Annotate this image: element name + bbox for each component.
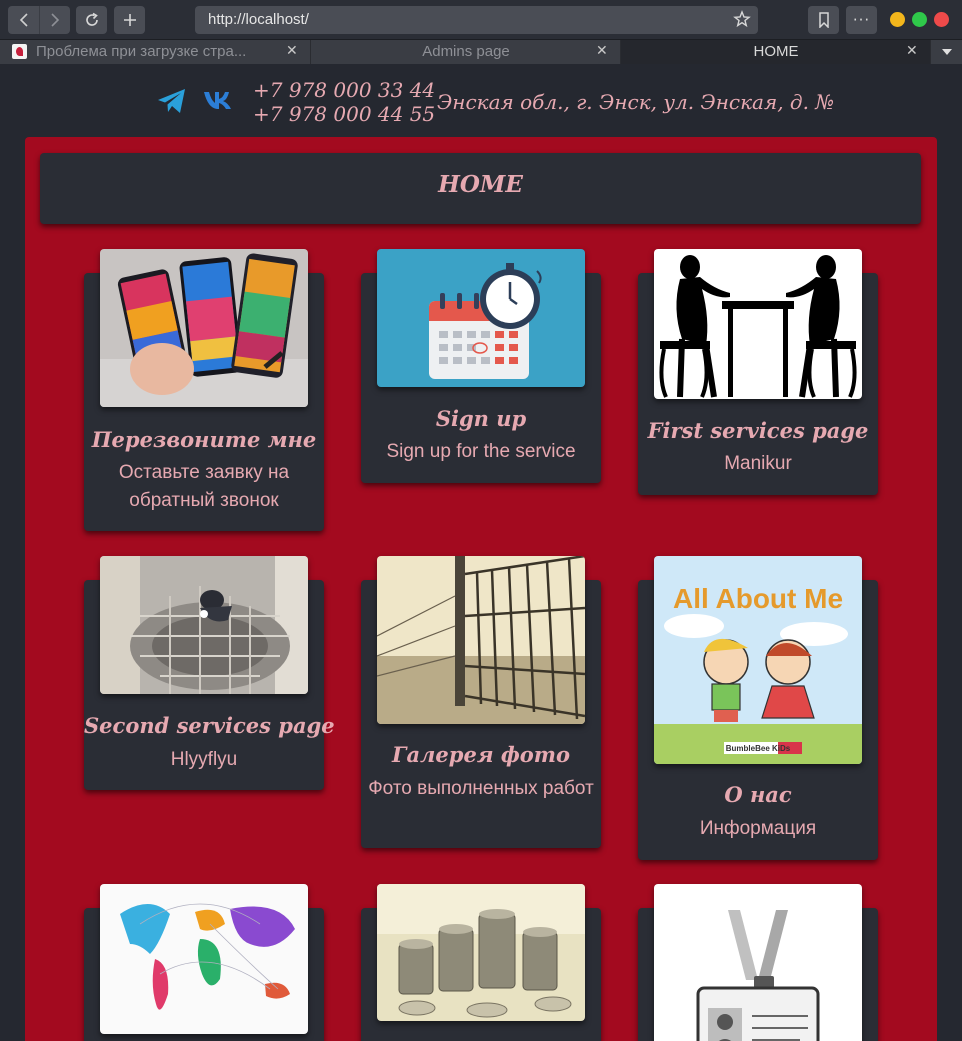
phone-2[interactable]: +7 978 000 44 55 <box>253 102 435 126</box>
more-icon: ··· <box>852 11 871 29</box>
image-brand: BumbleBee KiDs <box>726 744 791 753</box>
card-description: Manikur <box>724 453 792 474</box>
contact-header: +7 978 000 33 44 +7 978 000 44 55 Энская… <box>0 65 962 137</box>
favicon-icon <box>12 44 27 59</box>
maximize-button[interactable] <box>912 12 927 27</box>
coins-image[interactable] <box>377 884 585 1021</box>
card-description: Информация <box>699 818 817 839</box>
url-text[interactable]: http://localhost/ <box>208 11 309 28</box>
forward-button[interactable] <box>39 6 70 34</box>
telegram-icon[interactable] <box>157 88 187 114</box>
new-tab-button[interactable] <box>114 6 145 34</box>
card-title[interactable]: First services page <box>638 418 878 443</box>
close-window-button[interactable] <box>934 12 949 27</box>
tab-strip: Проблема при загрузке стра... ✕ Admins p… <box>0 40 962 64</box>
card-title[interactable]: Second services page <box>84 713 335 738</box>
bookmarks-button[interactable] <box>808 6 839 34</box>
card-title[interactable]: Перезвоните мне <box>84 427 324 452</box>
card-title[interactable]: Sign up <box>361 406 601 431</box>
back-button[interactable] <box>8 6 39 34</box>
card-title[interactable]: Галерея фото <box>361 742 601 767</box>
close-tab-icon[interactable]: ✕ <box>286 42 298 59</box>
fence-image[interactable] <box>377 556 585 724</box>
tab-list-button[interactable] <box>932 40 962 64</box>
home-banner: HOME <box>40 153 921 224</box>
bookmark-star-icon[interactable] <box>733 10 751 28</box>
tab-admins[interactable]: Admins page ✕ <box>311 40 621 64</box>
address: Энская обл., г. Энск, ул. Энская, д. № <box>437 90 835 114</box>
main-panel: HOME Перезвоните мне Оставьте заявку на … <box>25 137 937 1041</box>
nav-buttons <box>8 6 70 34</box>
all-about-me-image[interactable]: All About Me BumbleBee KiDs <box>654 556 862 764</box>
image-headline: All About Me <box>673 583 843 614</box>
tab-error[interactable]: Проблема при загрузке стра... ✕ <box>0 40 311 64</box>
card-title[interactable]: О нас <box>638 782 878 807</box>
id-badge-image[interactable] <box>654 884 862 1041</box>
menu-button[interactable]: ··· <box>846 6 877 34</box>
tab-title: HOME <box>753 43 799 60</box>
card-description: Оставьте заявку на обратный звонок <box>118 462 290 511</box>
reload-button[interactable] <box>76 6 107 34</box>
card-description: Sign up for the service <box>386 441 576 462</box>
calendar-stopwatch-image[interactable] <box>377 249 585 387</box>
tab-title: Проблема при загрузке стра... <box>36 43 247 60</box>
browser-toolbar: http://localhost/ ··· <box>0 0 962 40</box>
card-description: Фото выполненных работ <box>368 778 594 799</box>
chevron-down-icon <box>942 49 952 55</box>
manicure-silhouette-image[interactable] <box>654 249 862 399</box>
page: +7 978 000 33 44 +7 978 000 44 55 Энская… <box>0 65 962 1041</box>
page-title: HOME <box>438 171 523 198</box>
smartphones-image[interactable] <box>100 249 308 407</box>
close-tab-icon[interactable]: ✕ <box>596 42 608 59</box>
plus-icon <box>123 14 136 26</box>
url-bar[interactable]: http://localhost/ <box>195 6 758 34</box>
bookmark-icon <box>818 12 829 28</box>
close-tab-icon[interactable]: ✕ <box>906 42 918 59</box>
phone-numbers: +7 978 000 33 44 +7 978 000 44 55 <box>253 78 435 126</box>
world-map-image[interactable] <box>100 884 308 1034</box>
tab-title: Admins page <box>422 43 510 60</box>
minimize-button[interactable] <box>890 12 905 27</box>
vk-icon[interactable] <box>203 90 237 110</box>
phone-1[interactable]: +7 978 000 33 44 <box>253 78 435 102</box>
welder-image[interactable] <box>100 556 308 694</box>
tab-home[interactable]: HOME ✕ <box>621 40 931 64</box>
card-description: Hlyyflyu <box>170 749 238 770</box>
reload-icon <box>85 12 98 26</box>
forward-icon <box>51 13 60 27</box>
back-icon <box>19 13 28 27</box>
